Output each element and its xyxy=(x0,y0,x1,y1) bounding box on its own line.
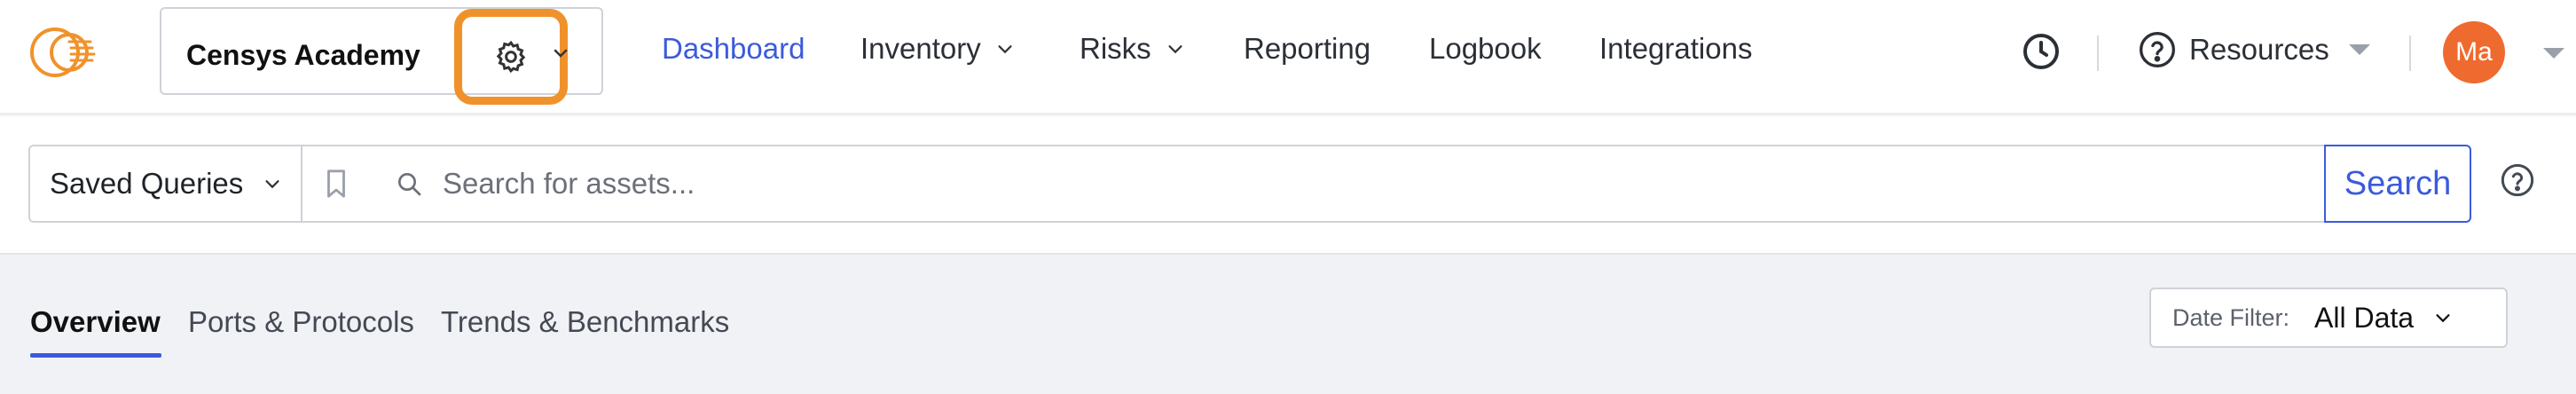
search-bar-row: Saved Queries Search xyxy=(0,116,2576,255)
nav-label: Integrations xyxy=(1599,32,1753,65)
date-filter-dropdown[interactable]: Date Filter: All Data xyxy=(2149,288,2508,348)
saved-queries-dropdown[interactable]: Saved Queries xyxy=(28,145,302,223)
avatar-initials: Ma xyxy=(2455,37,2493,67)
nav-logbook[interactable]: Logbook xyxy=(1429,32,1542,66)
avatar[interactable]: Ma xyxy=(2443,21,2505,83)
nav-label: Dashboard xyxy=(662,32,805,65)
saved-queries-label: Saved Queries xyxy=(50,167,244,200)
chevron-down-icon xyxy=(1168,45,1182,54)
search-button-label: Search xyxy=(2344,164,2452,202)
gear-icon xyxy=(496,40,526,74)
nav-label: Risks xyxy=(1080,32,1151,65)
caret-down-icon xyxy=(2348,44,2370,55)
tab-overview[interactable]: Overview xyxy=(30,305,161,339)
tab-label: Overview xyxy=(30,305,161,338)
resources-menu[interactable]: Resources xyxy=(2138,30,2370,69)
chevron-down-icon xyxy=(265,180,279,189)
tab-label: Ports & Protocols xyxy=(188,305,414,338)
nav-inventory[interactable]: Inventory xyxy=(860,32,1015,66)
question-circle-icon[interactable] xyxy=(2500,162,2535,198)
workspace-selector[interactable]: Censys Academy xyxy=(160,7,603,105)
date-filter-label: Date Filter: xyxy=(2172,303,2290,331)
search-input[interactable] xyxy=(443,167,2039,201)
nav-reporting[interactable]: Reporting xyxy=(1244,32,1370,66)
top-navigation-bar: Censys Academy Dashboard Inventory Risks… xyxy=(0,0,2576,114)
search-button[interactable]: Search xyxy=(2324,145,2471,223)
nav-label: Logbook xyxy=(1429,32,1542,65)
nav-label: Reporting xyxy=(1244,32,1371,65)
tab-trends-benchmarks[interactable]: Trends & Benchmarks xyxy=(441,305,729,339)
divider xyxy=(2097,35,2099,71)
question-circle-icon xyxy=(2140,32,2175,67)
tab-label: Trends & Benchmarks xyxy=(441,305,730,338)
search-field[interactable] xyxy=(370,145,2326,223)
nav-risks[interactable]: Risks xyxy=(1080,32,1185,66)
date-filter-value: All Data xyxy=(2314,301,2415,334)
nav-dashboard[interactable]: Dashboard xyxy=(662,32,805,66)
clock-icon[interactable] xyxy=(2020,30,2062,73)
nav-label: Inventory xyxy=(860,32,981,65)
active-tab-indicator xyxy=(30,353,161,358)
nav-integrations[interactable]: Integrations xyxy=(1599,32,1752,66)
bookmark-icon xyxy=(327,169,345,198)
workspace-name: Censys Academy xyxy=(186,39,420,71)
tab-ports-protocols[interactable]: Ports & Protocols xyxy=(188,305,414,339)
chevron-down-icon[interactable] xyxy=(550,43,571,64)
bookmark-query-button[interactable] xyxy=(301,145,372,223)
censys-logo-icon[interactable] xyxy=(28,23,98,82)
search-icon xyxy=(398,173,421,196)
caret-down-icon[interactable] xyxy=(2543,48,2564,59)
divider xyxy=(2409,35,2411,71)
chevron-down-icon xyxy=(998,45,1012,54)
chevron-down-icon xyxy=(2436,314,2450,323)
resources-label: Resources xyxy=(2189,33,2329,66)
